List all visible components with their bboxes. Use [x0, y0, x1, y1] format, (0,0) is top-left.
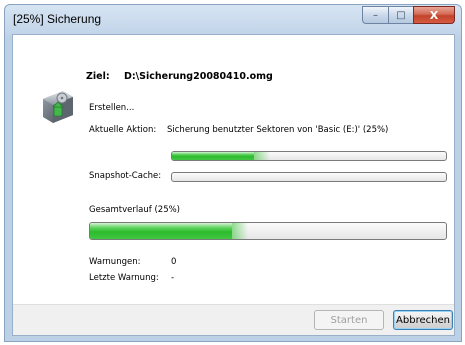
last-warning-value: -	[171, 273, 175, 283]
close-button[interactable]: X	[413, 6, 455, 24]
minimize-button[interactable]: –	[362, 6, 388, 24]
window-title: [25%] Sicherung	[13, 12, 102, 26]
cancel-button[interactable]: Abbrechen	[393, 310, 453, 330]
warnings-count-value: 0	[171, 257, 177, 267]
overall-progress-fill	[90, 223, 249, 239]
warnings-count-label: Warnungen:	[89, 257, 141, 267]
maximize-button[interactable]: □	[388, 6, 413, 24]
target-label: Ziel:	[86, 71, 110, 82]
title-bar[interactable]: [25%] Sicherung – □ X	[5, 5, 461, 33]
snapshot-cache-progress-bar	[171, 172, 447, 182]
window-controls: – □ X	[362, 6, 455, 26]
start-button[interactable]: Starten	[314, 310, 384, 330]
backup-drive-icon	[37, 85, 77, 125]
snapshot-cache-label: Snapshot-Cache:	[89, 171, 162, 181]
overall-progress-bar	[89, 222, 447, 240]
current-action-progress-fill	[172, 152, 271, 160]
overall-progress-label: Gesamtverlauf (25%)	[89, 205, 180, 215]
dialog-content: Ziel: D:\Sicherung20080410.omg Erstellen…	[12, 34, 455, 336]
current-action-label: Aktuelle Aktion:	[89, 125, 157, 135]
last-warning-label: Letzte Warnung:	[89, 273, 159, 283]
button-bar: Starten Abbrechen	[13, 304, 454, 335]
current-action-progress-bar	[171, 151, 447, 161]
creating-status: Erstellen...	[89, 103, 135, 113]
backup-window: [25%] Sicherung – □ X Ziel: D:\Sicherung…	[4, 4, 462, 342]
current-action-value: Sicherung benutzter Sektoren von 'Basic …	[167, 125, 389, 135]
target-path: D:\Sicherung20080410.omg	[124, 71, 273, 82]
